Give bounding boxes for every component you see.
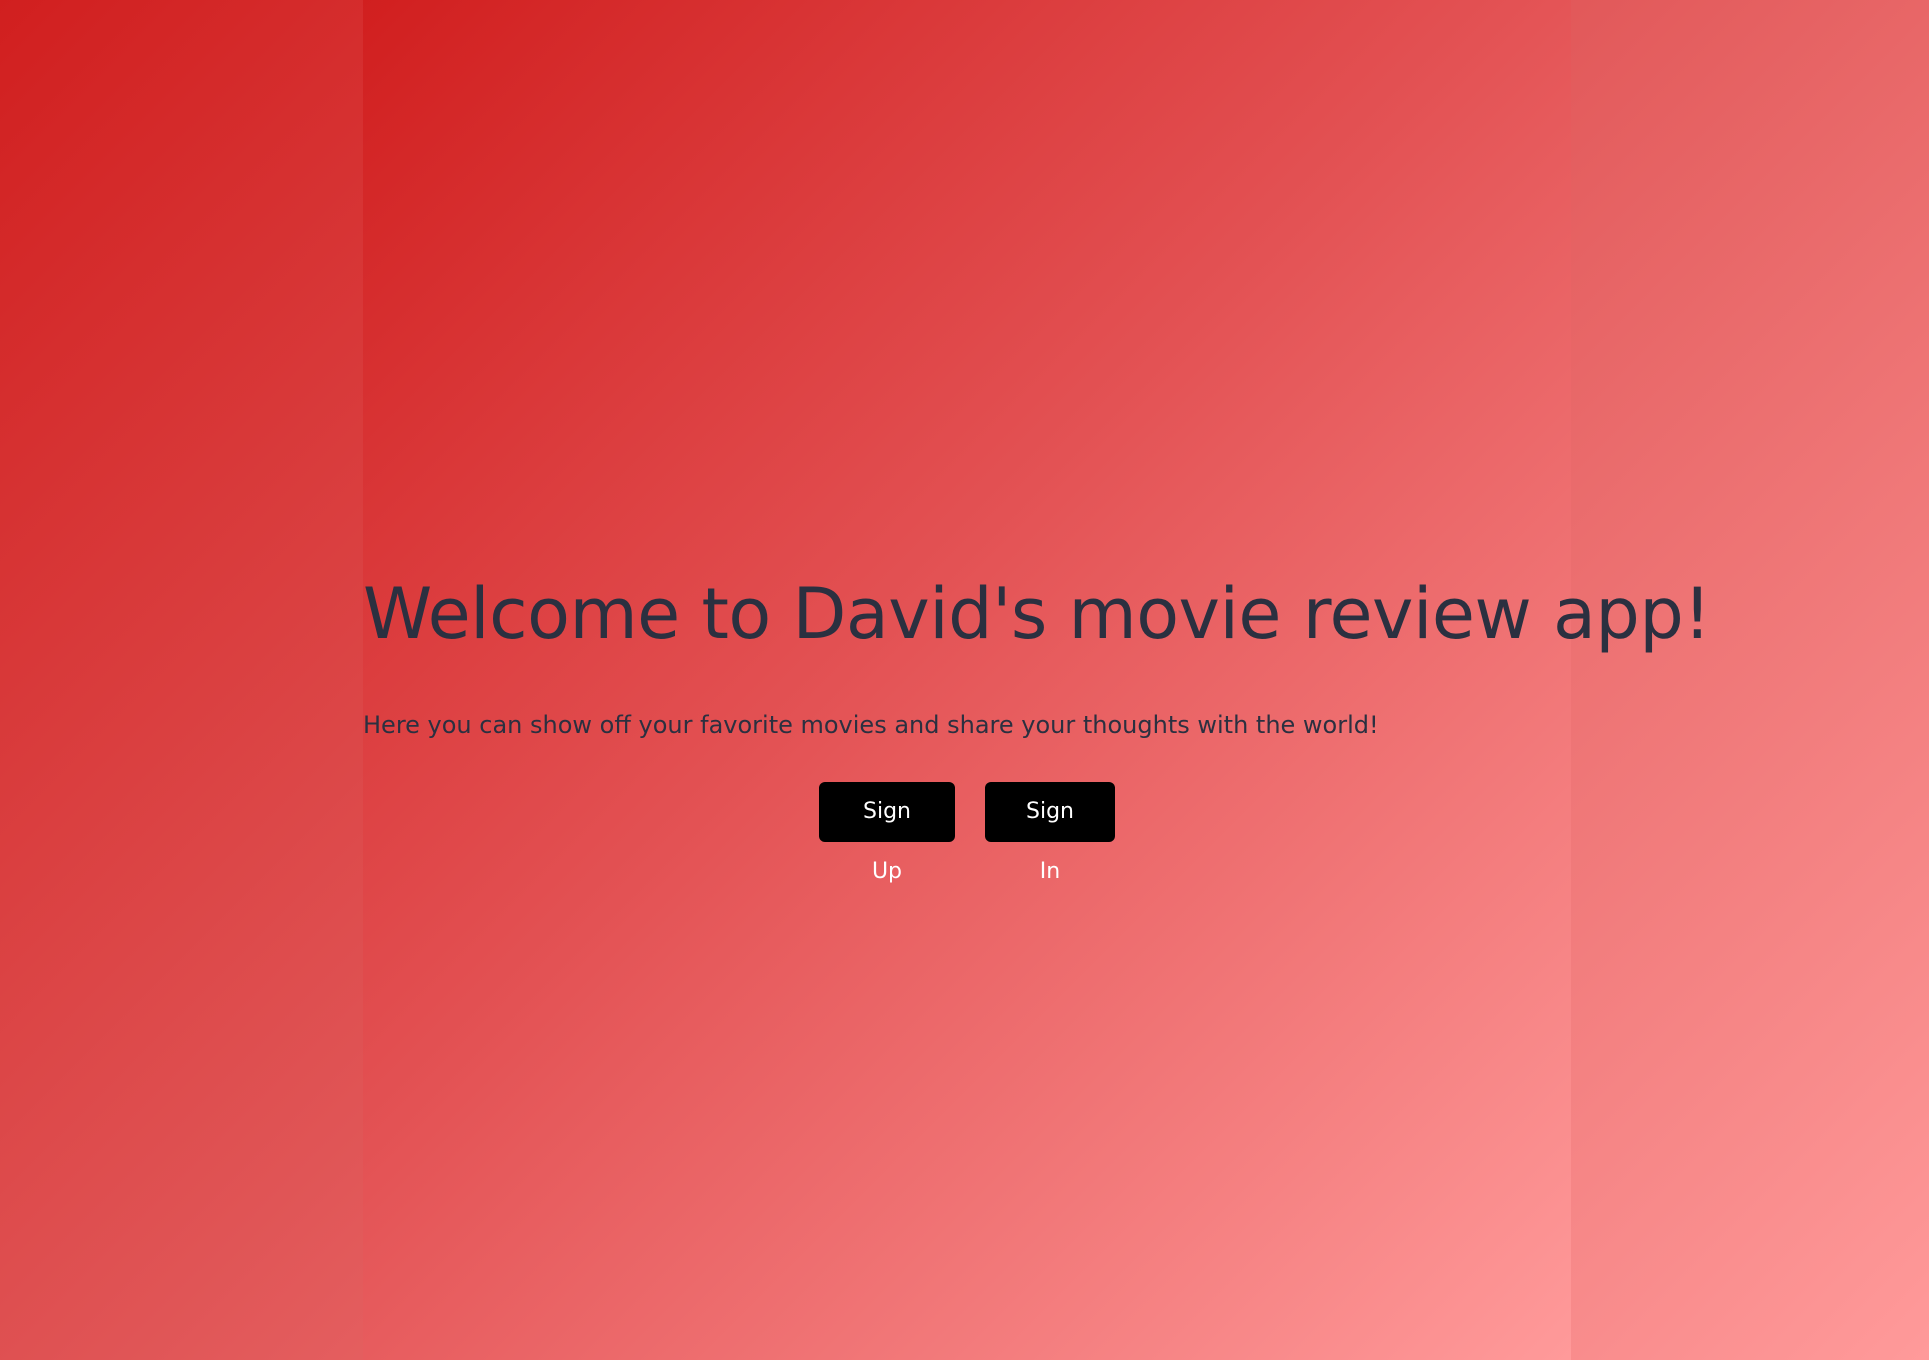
auth-button-group: Sign Up Sign In <box>363 782 1571 884</box>
welcome-hero: Welcome to David's movie review app! Her… <box>363 570 1711 884</box>
sign-up-button[interactable]: Sign Up <box>819 782 955 884</box>
content-column-background <box>363 0 1571 1360</box>
sign-in-button[interactable]: Sign In <box>985 782 1115 884</box>
welcome-subtitle: Here you can show off your favorite movi… <box>363 711 1379 739</box>
welcome-title: Welcome to David's movie review app! <box>363 573 1711 655</box>
